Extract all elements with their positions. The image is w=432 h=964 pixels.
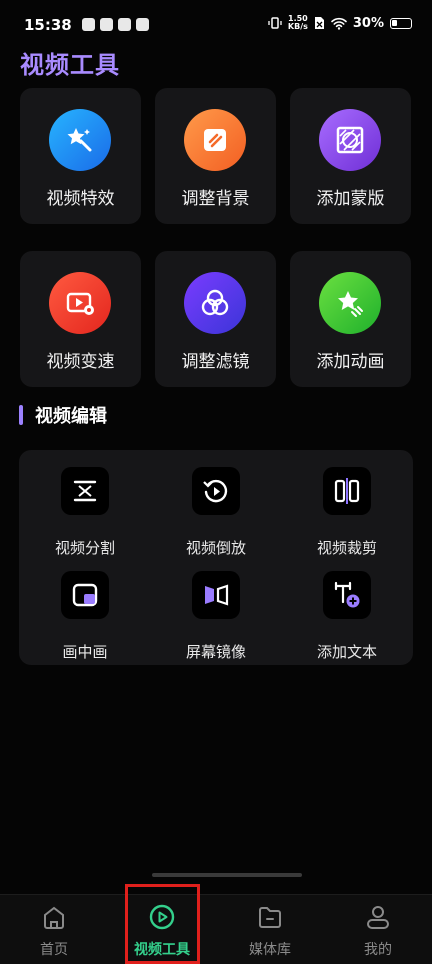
vibrate-icon bbox=[268, 17, 282, 29]
nav-label: 媒体库 bbox=[249, 942, 291, 958]
video-edit-panel: 视频分割 视频倒放 视频裁剪 画中画 屏幕镜像 添加文本 bbox=[19, 450, 413, 665]
tool-label: 调整滤镜 bbox=[181, 352, 250, 372]
filter-circles-icon bbox=[184, 272, 246, 334]
tool-label: 添加动画 bbox=[316, 352, 385, 372]
crop-icon bbox=[323, 467, 371, 515]
net-speed-unit: KB/s bbox=[287, 22, 308, 31]
edit-item-split[interactable]: 视频分割 bbox=[35, 467, 135, 557]
edit-item-crop[interactable]: 视频裁剪 bbox=[297, 467, 397, 557]
tool-card-adjust-filter[interactable]: 调整滤镜 bbox=[155, 251, 276, 387]
status-bar: 15:38 1.50 KB/s 30% bbox=[0, 0, 432, 50]
animation-star-icon bbox=[319, 272, 381, 334]
tool-label: 视频特效 bbox=[46, 189, 115, 209]
folder-icon bbox=[256, 903, 284, 931]
wifi-icon bbox=[331, 17, 347, 30]
tool-card-add-mask[interactable]: 添加蒙版 bbox=[290, 88, 411, 224]
nav-label: 首页 bbox=[40, 942, 68, 958]
edit-label: 添加文本 bbox=[316, 643, 377, 661]
video-speed-icon bbox=[49, 272, 111, 334]
notification-icons bbox=[82, 18, 149, 31]
nav-item-media-library[interactable]: 媒体库 bbox=[216, 895, 324, 964]
mask-icon bbox=[319, 109, 381, 171]
nav-label: 我的 bbox=[364, 942, 392, 958]
nav-item-home[interactable]: 首页 bbox=[0, 895, 108, 964]
split-icon bbox=[61, 467, 109, 515]
app-notification-icon bbox=[118, 18, 131, 31]
edit-item-reverse[interactable]: 视频倒放 bbox=[166, 467, 266, 557]
section-title: 视频编辑 bbox=[35, 406, 107, 427]
user-icon bbox=[364, 903, 392, 931]
edit-label: 视频裁剪 bbox=[316, 539, 377, 557]
home-indicator bbox=[152, 873, 302, 877]
edit-label: 屏幕镜像 bbox=[185, 643, 246, 661]
battery-percent: 30% bbox=[352, 15, 384, 31]
net-speed: 1.50 KB/s bbox=[288, 15, 308, 31]
tool-card-video-speed[interactable]: 视频变速 bbox=[20, 251, 141, 387]
tool-label: 视频变速 bbox=[46, 352, 115, 372]
battery-icon bbox=[390, 17, 412, 29]
app-notification-icon bbox=[100, 18, 113, 31]
magic-wand-star-icon bbox=[49, 109, 111, 171]
page-title: 视频工具 bbox=[20, 51, 120, 79]
mirror-icon bbox=[192, 571, 240, 619]
reverse-icon bbox=[192, 467, 240, 515]
edit-item-mirror[interactable]: 屏幕镜像 bbox=[166, 571, 266, 661]
tool-card-video-effects[interactable]: 视频特效 bbox=[20, 88, 141, 224]
nav-item-profile[interactable]: 我的 bbox=[324, 895, 432, 964]
tool-label: 调整背景 bbox=[181, 189, 250, 209]
edit-label: 画中画 bbox=[62, 643, 108, 661]
status-time: 15:38 bbox=[24, 16, 72, 34]
pip-icon bbox=[61, 571, 109, 619]
edit-label: 视频分割 bbox=[54, 539, 115, 557]
app-notification-icon bbox=[82, 18, 95, 31]
app-notification-icon bbox=[136, 18, 149, 31]
tool-card-adjust-background[interactable]: 调整背景 bbox=[155, 88, 276, 224]
bottom-nav: 首页 视频工具 媒体库 我的 bbox=[0, 894, 432, 964]
tool-card-add-animation[interactable]: 添加动画 bbox=[290, 251, 411, 387]
status-indicators: 1.50 KB/s 30% bbox=[268, 15, 412, 31]
background-icon bbox=[184, 109, 246, 171]
home-icon bbox=[40, 903, 68, 931]
nav-highlight-box bbox=[125, 884, 200, 964]
edit-item-pip[interactable]: 画中画 bbox=[35, 571, 135, 661]
edit-label: 视频倒放 bbox=[185, 539, 246, 557]
sim-off-icon bbox=[314, 17, 324, 29]
edit-item-add-text[interactable]: 添加文本 bbox=[297, 571, 397, 661]
add-text-icon bbox=[323, 571, 371, 619]
tool-label: 添加蒙版 bbox=[316, 189, 385, 209]
section-header: 视频编辑 bbox=[19, 404, 107, 427]
section-accent-bar bbox=[19, 405, 23, 425]
